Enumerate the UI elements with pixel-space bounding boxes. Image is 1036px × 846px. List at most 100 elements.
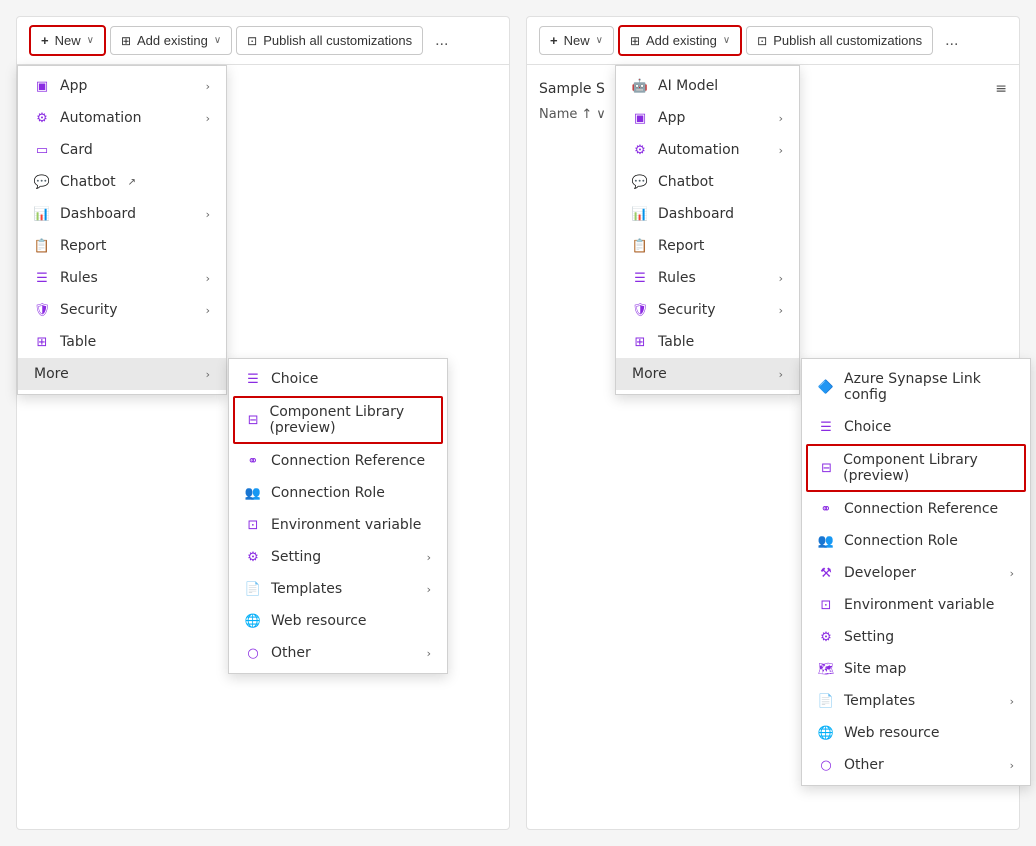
sub-item-azure-synapse-right[interactable]: 🔷 Azure Synapse Link config [802,363,1030,411]
menu-item-automation-left[interactable]: ⚙ Automation › [18,102,226,134]
sub-item-templates-label-right: Templates [844,693,915,709]
report-icon-left: 📋 [34,238,50,254]
menu-item-security-label-right: Security [658,302,716,318]
sub-item-setting-right[interactable]: ⚙ Setting [802,621,1030,653]
sort-toggle-icon[interactable]: ∨ [596,107,606,122]
more-icon-left: ... [435,32,448,49]
new-button-left[interactable]: + New ∨ [29,25,106,56]
choice-icon-right: ☰ [818,419,834,435]
templates-icon-right: 📄 [818,693,834,709]
more-button-right[interactable]: ... [937,26,966,56]
menu-item-security-right[interactable]: 🛡 Security › [616,294,799,326]
menu-item-ai-model-right[interactable]: 🤖 AI Model [616,70,799,102]
add-existing-button-left[interactable]: ⊞ Add existing ∨ [110,26,232,55]
sub-item-setting-left[interactable]: ⚙ Setting › [229,541,447,573]
sub-item-component-library-label-right: Component Library (preview) [843,452,1012,484]
menu-item-rules-right[interactable]: ☰ Rules › [616,262,799,294]
filter-icon[interactable]: ≡ [995,81,1007,97]
sub-item-setting-label-left: Setting [271,549,321,565]
rules-icon-left: ☰ [34,270,50,286]
dashboard-icon-right: 📊 [632,206,648,222]
new-button-right[interactable]: + New ∨ [539,26,614,55]
sub-item-site-map-right[interactable]: 🗺 Site map [802,653,1030,685]
publish-button-left[interactable]: ⊡ Publish all customizations [236,26,423,55]
sub-item-component-library-label-left: Component Library (preview) [269,404,429,436]
right-toolbar: + New ∨ ⊞ Add existing ∨ ⊡ Publish all c… [527,17,1019,65]
templates-icon-left: 📄 [245,581,261,597]
component-library-icon-left: ⊟ [247,412,259,428]
menu-item-dashboard-label-right: Dashboard [658,206,734,222]
sub-item-web-resource-label-left: Web resource [271,613,367,629]
sub-item-choice-label-right: Choice [844,419,891,435]
new-button-label-right: New [564,33,590,48]
publish-label-left: Publish all customizations [263,33,412,48]
menu-item-automation-label-left: Automation [60,110,142,126]
app-icon-right: ▣ [632,110,648,126]
menu-item-dashboard-right[interactable]: 📊 Dashboard [616,198,799,230]
report-icon-right: 📋 [632,238,648,254]
menu-item-chatbot-left[interactable]: 💬 Chatbot ↗ [18,166,226,198]
table-icon-right: ⊞ [632,334,648,350]
sub-item-env-var-right[interactable]: ⊡ Environment variable [802,589,1030,621]
menu-item-rules-left[interactable]: ☰ Rules › [18,262,226,294]
menu-item-table-right[interactable]: ⊞ Table [616,326,799,358]
sub-item-templates-left[interactable]: 📄 Templates › [229,573,447,605]
plus-icon-right: + [550,33,558,48]
plus-icon: + [41,33,49,48]
left-panel: + New ∨ ⊞ Add existing ∨ ⊡ Publish all c… [16,16,510,830]
menu-item-table-left[interactable]: ⊞ Table [18,326,226,358]
sub-item-connection-ref-right[interactable]: ⚭ Connection Reference [802,493,1030,525]
menu-item-app-right[interactable]: ▣ App › [616,102,799,134]
menu-item-dashboard-label-left: Dashboard [60,206,136,222]
sub-item-env-var-label-left: Environment variable [271,517,421,533]
sub-item-env-var-left[interactable]: ⊡ Environment variable [229,509,447,541]
menu-item-report-right[interactable]: 📋 Report [616,230,799,262]
rules-arrow-right: › [779,272,783,285]
sub-item-choice-left[interactable]: ☰ Choice [229,363,447,395]
menu-item-dashboard-left[interactable]: 📊 Dashboard › [18,198,226,230]
menu-item-card-left[interactable]: ▭ Card [18,134,226,166]
automation-icon-left: ⚙ [34,110,50,126]
sort-asc-icon[interactable]: ↑ [581,107,592,122]
sub-item-choice-right[interactable]: ☰ Choice [802,411,1030,443]
more-submenu-right: 🔷 Azure Synapse Link config ☰ Choice ⊟ C… [801,358,1031,786]
sub-item-component-library-left[interactable]: ⊟ Component Library (preview) [233,396,443,444]
menu-item-chatbot-label-right: Chatbot [658,174,714,190]
setting-icon-left: ⚙ [245,549,261,565]
sub-item-connection-ref-left[interactable]: ⚭ Connection Reference [229,445,447,477]
right-panel: + New ∨ ⊞ Add existing ∨ ⊡ Publish all c… [526,16,1020,830]
sub-item-component-library-right[interactable]: ⊟ Component Library (preview) [806,444,1026,492]
sub-item-connection-role-right[interactable]: 👥 Connection Role [802,525,1030,557]
menu-item-automation-right[interactable]: ⚙ Automation › [616,134,799,166]
new-caret-icon: ∨ [87,35,94,46]
sub-item-web-resource-left[interactable]: 🌐 Web resource [229,605,447,637]
add-existing-button-right[interactable]: ⊞ Add existing ∨ [618,25,742,56]
sub-item-web-resource-right[interactable]: 🌐 Web resource [802,717,1030,749]
sub-item-templates-right[interactable]: 📄 Templates › [802,685,1030,717]
connection-ref-icon-right: ⚭ [818,501,834,517]
connection-ref-icon-left: ⚭ [245,453,261,469]
more-button-left[interactable]: ... [427,26,456,56]
menu-item-more-right[interactable]: More › 🔷 Azure Synapse Link config ☰ Cho… [616,358,799,390]
templates-arrow-right: › [1010,695,1014,708]
env-var-icon-left: ⊡ [245,517,261,533]
sub-item-connection-role-label-left: Connection Role [271,485,385,501]
add-existing-caret-left: ∨ [214,35,221,46]
sub-item-other-left[interactable]: ○ Other › [229,637,447,669]
menu-item-more-left[interactable]: More › ☰ Choice ⊟ Component Library (pre… [18,358,226,390]
menu-item-security-left[interactable]: 🛡 Security › [18,294,226,326]
dashboard-arrow-left: › [206,208,210,221]
dashboard-icon-left: 📊 [34,206,50,222]
component-library-icon-right: ⊟ [820,460,833,476]
menu-item-report-left[interactable]: 📋 Report [18,230,226,262]
site-map-icon-right: 🗺 [818,661,834,677]
menu-item-app-left[interactable]: ▣ App › [18,70,226,102]
new-caret-icon-right: ∨ [596,35,603,46]
connection-role-icon-left: 👥 [245,485,261,501]
menu-item-chatbot-right[interactable]: 💬 Chatbot [616,166,799,198]
sub-item-developer-right[interactable]: ⚒ Developer › [802,557,1030,589]
sub-item-connection-role-left[interactable]: 👥 Connection Role [229,477,447,509]
sub-item-other-right[interactable]: ○ Other › [802,749,1030,781]
app-icon-left: ▣ [34,78,50,94]
publish-button-right[interactable]: ⊡ Publish all customizations [746,26,933,55]
